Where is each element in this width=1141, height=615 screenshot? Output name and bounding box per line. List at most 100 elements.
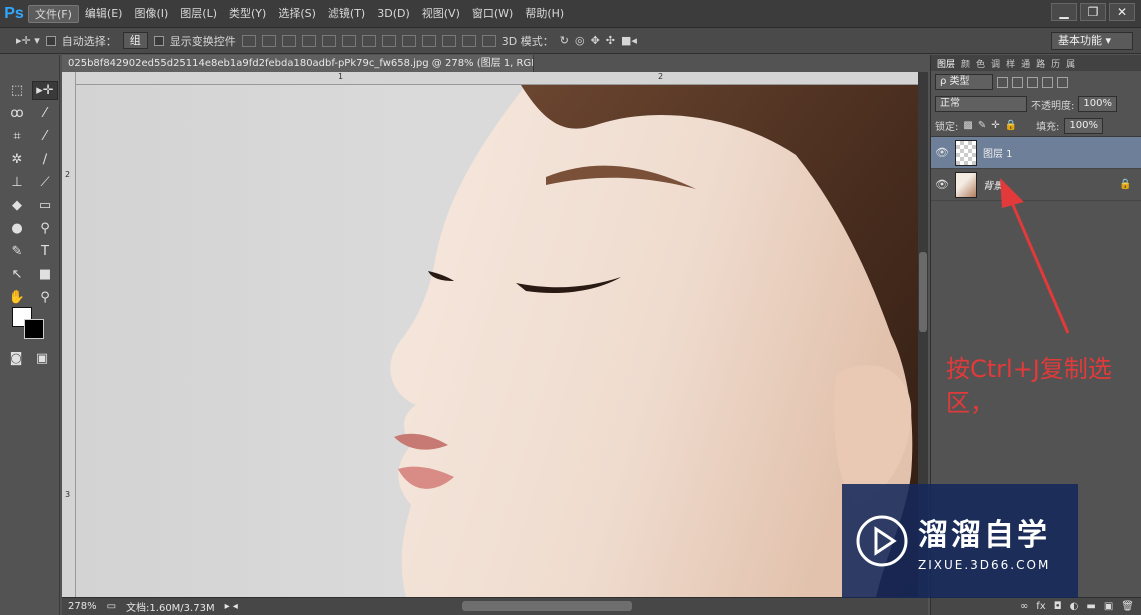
lock-pixels-icon[interactable]: ▩ [963, 120, 972, 131]
auto-align-icon[interactable] [481, 34, 496, 47]
align-top-icon[interactable] [241, 34, 256, 47]
eye-icon[interactable]: 👁 [931, 178, 953, 191]
link-layers-icon[interactable]: ∞ [1020, 601, 1028, 612]
zoom-tool-icon[interactable]: ⚲ [32, 288, 58, 307]
roll-3d-icon[interactable]: ◎ [575, 34, 585, 47]
new-group-icon[interactable]: ▬ [1086, 601, 1095, 612]
filter-type-icon[interactable] [1027, 76, 1038, 88]
gradient-tool-icon[interactable]: ▭ [32, 196, 58, 215]
background-color-swatch[interactable] [24, 319, 44, 339]
eyedropper-tool-icon[interactable]: ⁄ [32, 127, 58, 146]
auto-select-dropdown[interactable]: 组 [122, 32, 148, 49]
menu-image[interactable]: 图像(I) [128, 5, 174, 23]
filter-pixel-icon[interactable] [997, 76, 1008, 88]
menu-filter[interactable]: 滤镜(T) [322, 5, 371, 23]
drag-3d-icon[interactable]: ✥ [591, 34, 600, 47]
tab-channels[interactable]: 通 [1021, 57, 1030, 70]
zoom-level[interactable]: 278% [68, 601, 97, 612]
clone-stamp-tool-icon[interactable]: ⊥ [4, 173, 30, 192]
brush-tool-icon[interactable]: ∕ [32, 150, 58, 169]
quick-mask-icon[interactable]: ◙ [6, 349, 26, 368]
tab-swatches[interactable]: 色 [976, 57, 985, 70]
document-canvas[interactable] [76, 85, 918, 597]
doc-size[interactable]: 文档:1.60M/3.73M [126, 599, 215, 614]
quick-select-tool-icon[interactable]: ⁄ [32, 104, 58, 123]
menu-help[interactable]: 帮助(H) [519, 5, 570, 23]
opacity-input[interactable]: 100% [1078, 96, 1117, 112]
layer-filter-dropdown[interactable]: ρ 类型 [935, 74, 993, 90]
menu-edit[interactable]: 编辑(E) [79, 5, 129, 23]
menu-3d[interactable]: 3D(D) [371, 5, 416, 23]
show-transform-checkbox[interactable] [153, 35, 164, 46]
history-brush-tool-icon[interactable]: ⟋ [32, 173, 58, 192]
horizontal-scroll-thumb[interactable] [462, 601, 632, 611]
filter-adjust-icon[interactable] [1012, 76, 1023, 88]
eraser-tool-icon[interactable]: ◆ [4, 196, 30, 215]
distribute-bottom-icon[interactable] [401, 34, 416, 47]
minimize-button[interactable]: ▁ [1051, 3, 1077, 21]
screen-mode-icon[interactable]: ▣ [32, 349, 52, 368]
adjustment-layer-icon[interactable]: ◐ [1070, 601, 1079, 612]
path-select-tool-icon[interactable]: ↖ [4, 265, 30, 284]
tab-layers[interactable]: 图层 [937, 57, 955, 70]
menu-file[interactable]: 文件(F) [28, 4, 79, 23]
align-left-icon[interactable] [301, 34, 316, 47]
distribute-top-icon[interactable] [361, 34, 376, 47]
blur-tool-icon[interactable]: ● [4, 219, 30, 238]
fill-input[interactable]: 100% [1064, 117, 1104, 134]
move-tool-icon[interactable]: ▸✛ ▾ [16, 34, 40, 47]
lock-position-icon[interactable]: ✛ [991, 120, 999, 131]
status-arrow-icon[interactable]: ▸ ◂ [225, 601, 238, 612]
lock-paint-icon[interactable]: ✎ [978, 120, 986, 131]
menu-layer[interactable]: 图层(L) [174, 5, 223, 23]
workspace-dropdown[interactable]: 基本功能 ▾ [1051, 32, 1133, 50]
tab-adjustments[interactable]: 调 [991, 57, 1000, 70]
tab-color[interactable]: 颜 [961, 57, 970, 70]
distribute-right-icon[interactable] [461, 34, 476, 47]
auto-select-checkbox[interactable] [45, 35, 56, 46]
filter-smart-icon[interactable] [1057, 76, 1068, 88]
crop-tool-icon[interactable]: ⌗ [4, 127, 30, 146]
pen-tool-icon[interactable]: ✎ [4, 242, 30, 261]
align-vcenter-icon[interactable] [261, 34, 276, 47]
layer-row[interactable]: 👁 图层 1 [931, 137, 1141, 169]
tab-paths[interactable]: 路 [1036, 57, 1045, 70]
slide-3d-icon[interactable]: ✣ [606, 34, 615, 47]
marquee-tool-icon[interactable]: ⬚ [4, 81, 30, 100]
vertical-scroll-thumb[interactable] [919, 252, 927, 332]
distribute-vcenter-icon[interactable] [381, 34, 396, 47]
filter-shape-icon[interactable] [1042, 76, 1053, 88]
move-tool-icon[interactable]: ▸✛ [32, 81, 58, 100]
menu-window[interactable]: 窗口(W) [466, 5, 519, 23]
restore-button[interactable]: ❐ [1080, 3, 1106, 21]
delete-layer-icon[interactable]: 🗑 [1121, 601, 1134, 612]
close-button[interactable]: ✕ [1109, 3, 1135, 21]
tab-styles[interactable]: 样 [1006, 57, 1015, 70]
hand-tool-icon[interactable]: ✋ [4, 288, 30, 307]
document-tab[interactable]: 025b8f842902ed55d25114e8eb1a9fd2febda180… [62, 55, 534, 72]
align-hcenter-icon[interactable] [321, 34, 336, 47]
fx-icon[interactable]: fx [1036, 601, 1045, 612]
menu-type[interactable]: 类型(Y) [223, 5, 272, 23]
healing-brush-tool-icon[interactable]: ✲ [4, 150, 30, 169]
menu-select[interactable]: 选择(S) [272, 5, 322, 23]
tab-properties[interactable]: 属 [1066, 57, 1075, 70]
eye-icon[interactable]: 👁 [931, 146, 953, 159]
rotate-3d-icon[interactable]: ↻ [560, 34, 569, 47]
blend-mode-dropdown[interactable]: 正常 [935, 96, 1027, 112]
add-mask-icon[interactable]: ◘ [1054, 601, 1062, 612]
menu-view[interactable]: 视图(V) [416, 5, 466, 23]
align-bottom-icon[interactable] [281, 34, 296, 47]
rectangle-tool-icon[interactable]: ■ [32, 265, 58, 284]
distribute-left-icon[interactable] [421, 34, 436, 47]
lasso-tool-icon[interactable]: ꝏ [4, 104, 30, 123]
lock-all-icon[interactable]: 🔒 [1005, 120, 1017, 131]
doc-info-icon[interactable]: ▭ [107, 601, 116, 612]
align-right-icon[interactable] [341, 34, 356, 47]
type-tool-icon[interactable]: T [32, 242, 58, 261]
dodge-tool-icon[interactable]: ⚲ [32, 219, 58, 238]
distribute-hcenter-icon[interactable] [441, 34, 456, 47]
tab-history[interactable]: 历 [1051, 57, 1060, 70]
new-layer-icon[interactable]: ▣ [1104, 601, 1113, 612]
scale-3d-icon[interactable]: ■◂ [621, 34, 637, 47]
